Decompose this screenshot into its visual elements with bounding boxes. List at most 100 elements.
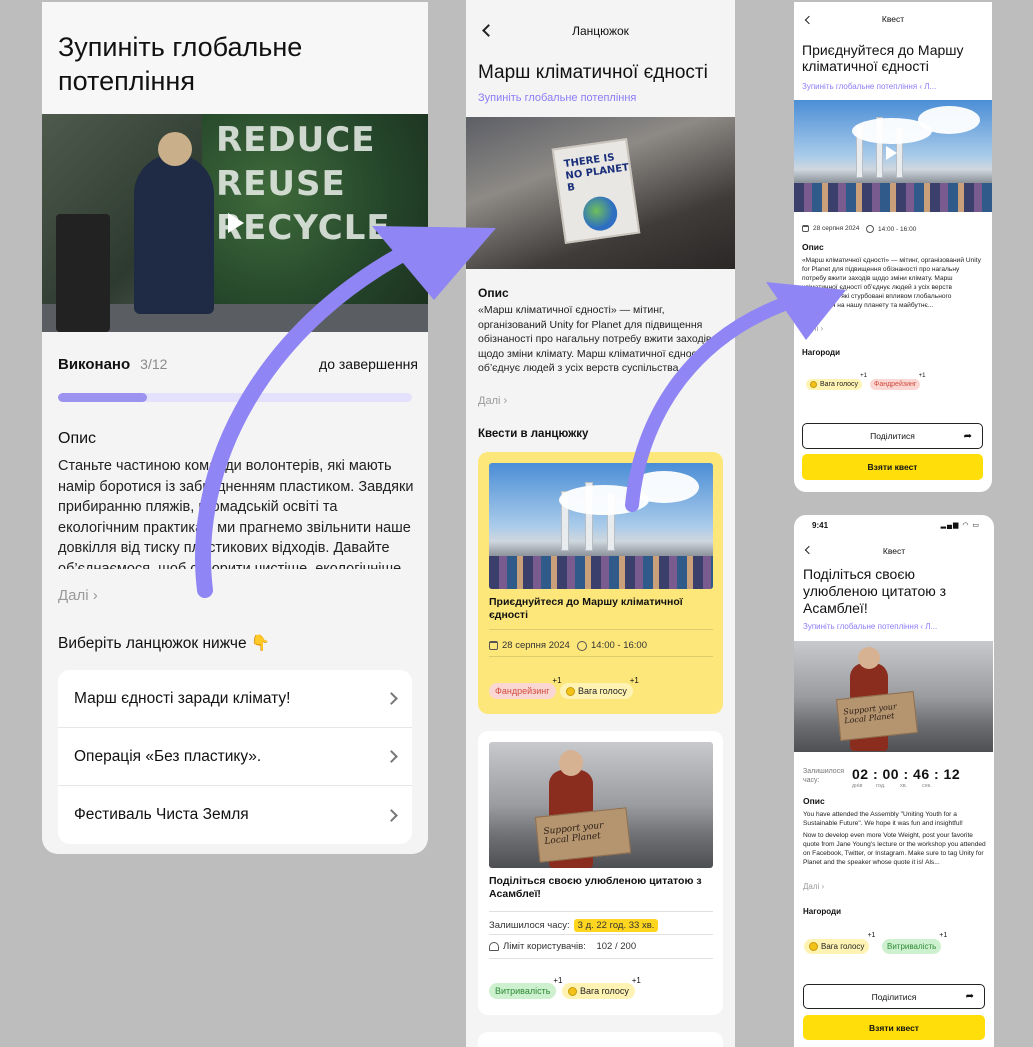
take-label: Взяти квест	[869, 1022, 919, 1033]
share-button[interactable]: Поділитися ➦	[802, 423, 983, 449]
chain-item-label: Марш єдності заради клімату!	[74, 689, 291, 707]
description-heading: Опис	[802, 242, 824, 252]
badge-label: Вага голосу	[578, 686, 627, 696]
more-link[interactable]: Далі ›	[58, 587, 98, 604]
sign-text: Support your Local Planet	[842, 701, 898, 726]
badge-plus: +1	[867, 932, 876, 939]
crowd	[489, 556, 713, 589]
progress-end-label: до завершення	[319, 356, 418, 372]
quest-time: 14:00 - 16:00	[866, 225, 916, 233]
street-image: Support your Local Planet	[794, 641, 993, 752]
power-plant-image	[489, 463, 713, 589]
badge-label: Фандрейзинг	[874, 381, 917, 388]
breadcrumb[interactable]: Зупиніть глобальне потепління ‹ Л...	[802, 82, 936, 91]
more-label: Далі	[803, 882, 820, 891]
more-link[interactable]: Далі ›	[803, 882, 824, 891]
divider	[489, 958, 713, 959]
chain-item[interactable]: Фестиваль Чиста Земля	[58, 786, 412, 844]
badge-plus: +1	[918, 373, 926, 379]
timer-unit: днів	[852, 783, 863, 789]
wall-text: REUSE	[216, 164, 346, 204]
timer-unit: год.	[876, 783, 886, 789]
take-quest-button[interactable]: Взяти квест	[803, 1015, 985, 1040]
power-plant-image[interactable]	[794, 100, 992, 212]
description-text: «Марш кліматичної єдності» — мітинг, орг…	[802, 257, 981, 309]
chevron-right-icon: ›	[92, 587, 98, 604]
globe-icon	[580, 194, 620, 233]
more-label: Далі	[58, 587, 89, 604]
reward-badge: Витривалість +1	[882, 932, 947, 954]
street-image: Support your Local Planet	[489, 742, 713, 868]
play-icon[interactable]	[228, 213, 244, 233]
divider	[489, 911, 713, 912]
badge-plus: +1	[553, 976, 563, 985]
badge-label: Фандрейзинг	[495, 686, 550, 696]
chain-detail-screen: Ланцюжок Марш кліматичної єдності Зупині…	[466, 0, 735, 1047]
quote-quest-screen: 9:41 ▂▄▆ ◠ ▭ Квест Поділіться своєю улюб…	[794, 515, 994, 1047]
description-heading: Опис	[478, 286, 509, 300]
share-button[interactable]: Поділитися ➦	[803, 984, 985, 1009]
remaining-value: 3 д. 22 год. 33 хв.	[573, 919, 659, 932]
person-figure	[134, 154, 214, 314]
quest-card[interactable]: Support your Local Planet Поділіться сво…	[478, 731, 723, 1015]
sign-text: Support your Local Planet	[542, 820, 604, 848]
page-title: Зупиніть глобальне потепління	[58, 32, 303, 96]
time-text: 14:00 - 16:00	[591, 640, 647, 651]
chain-item[interactable]: Марш єдності заради клімату!	[58, 670, 412, 728]
rewards-heading: Нагороди	[802, 348, 841, 357]
nav-bar: Ланцюжок	[466, 14, 735, 50]
breadcrumb[interactable]: Зупиніть глобальне потепління ‹ Л...	[803, 622, 937, 631]
share-label: Поділитися	[870, 431, 915, 441]
reward-badge: Вага голосу +1	[562, 976, 641, 999]
crowd	[794, 182, 992, 212]
badge-plus: +1	[939, 932, 948, 939]
more-link[interactable]: Далі ›	[478, 395, 507, 407]
smoke-cloud	[918, 106, 980, 134]
play-icon[interactable]	[886, 146, 897, 160]
share-label: Поділитися	[871, 991, 917, 1002]
date-text: 28 серпня 2024	[813, 225, 860, 232]
users-icon	[489, 942, 499, 951]
reward-badge: Вага голосу +1	[560, 676, 639, 699]
timer-unit: хв.	[900, 783, 908, 789]
chain-item-label: Фестиваль Чиста Земля	[74, 806, 249, 823]
limit-label: Ліміт користувачів:	[503, 941, 586, 952]
clock-icon	[577, 640, 587, 651]
nav-title: Квест	[882, 546, 906, 556]
campaign-video[interactable]: REDUCE REUSE RECYCLE	[42, 114, 428, 332]
time-text: 14:00 - 16:00	[878, 225, 917, 233]
calendar-icon	[489, 641, 498, 650]
nav-title: Квест	[881, 14, 905, 24]
clock-icon	[866, 225, 874, 233]
progress-row: Виконано 3/12 до завершення	[58, 356, 418, 373]
badge-plus: +1	[629, 676, 639, 685]
quest-detail-screen: Квест Приєднуйтеся до Маршу кліматичної …	[794, 2, 992, 492]
description-paragraph: You have attended the Assembly "Uniting …	[803, 811, 963, 827]
status-icons: ▂▄▆ ◠ ▭	[940, 522, 980, 529]
badge-plus: +1	[552, 676, 562, 685]
divider	[489, 656, 713, 657]
choose-chain-label: Виберіть ланцюжок нижче 👇	[58, 635, 271, 652]
progress-label: Виконано	[58, 356, 131, 373]
more-link[interactable]: Далі ›	[802, 324, 823, 333]
description-paragraph: Now to develop even more Vote Weight, po…	[803, 832, 986, 866]
time-remaining: Залишилося часу: 3 д. 22 год. 33 хв.	[489, 919, 659, 932]
quest-card[interactable]: Приєднуйтеся до Маршу кліматичної єдност…	[478, 452, 723, 714]
take-quest-button[interactable]: Взяти квест	[802, 454, 983, 480]
badge-label: Вага голосу	[820, 381, 858, 388]
quest-card[interactable]	[478, 1032, 723, 1047]
reward-badge: Витривалість +1	[489, 976, 562, 999]
description-text: «Марш кліматичної єдності» — мітинг, орг…	[478, 304, 712, 374]
coin-icon	[566, 686, 575, 696]
badge-label: Вага голосу	[580, 986, 629, 996]
take-label: Взяти квест	[867, 462, 918, 472]
breadcrumb-item: Л...	[925, 622, 938, 631]
description-text: Станьте частиною команди волонтерів, які…	[58, 458, 414, 569]
chain-item[interactable]: Операція «Без пластику».	[58, 728, 412, 786]
parent-campaign-link[interactable]: Зупиніть глобальне потепління	[478, 92, 636, 104]
chevron-right-icon	[385, 808, 398, 822]
quest-title: Поділіться своєю улюбленою цитатою з Аса…	[489, 875, 702, 900]
breadcrumb-item: Л...	[924, 82, 937, 91]
description-heading: Опис	[803, 796, 825, 806]
nav-title: Ланцюжок	[572, 24, 629, 38]
